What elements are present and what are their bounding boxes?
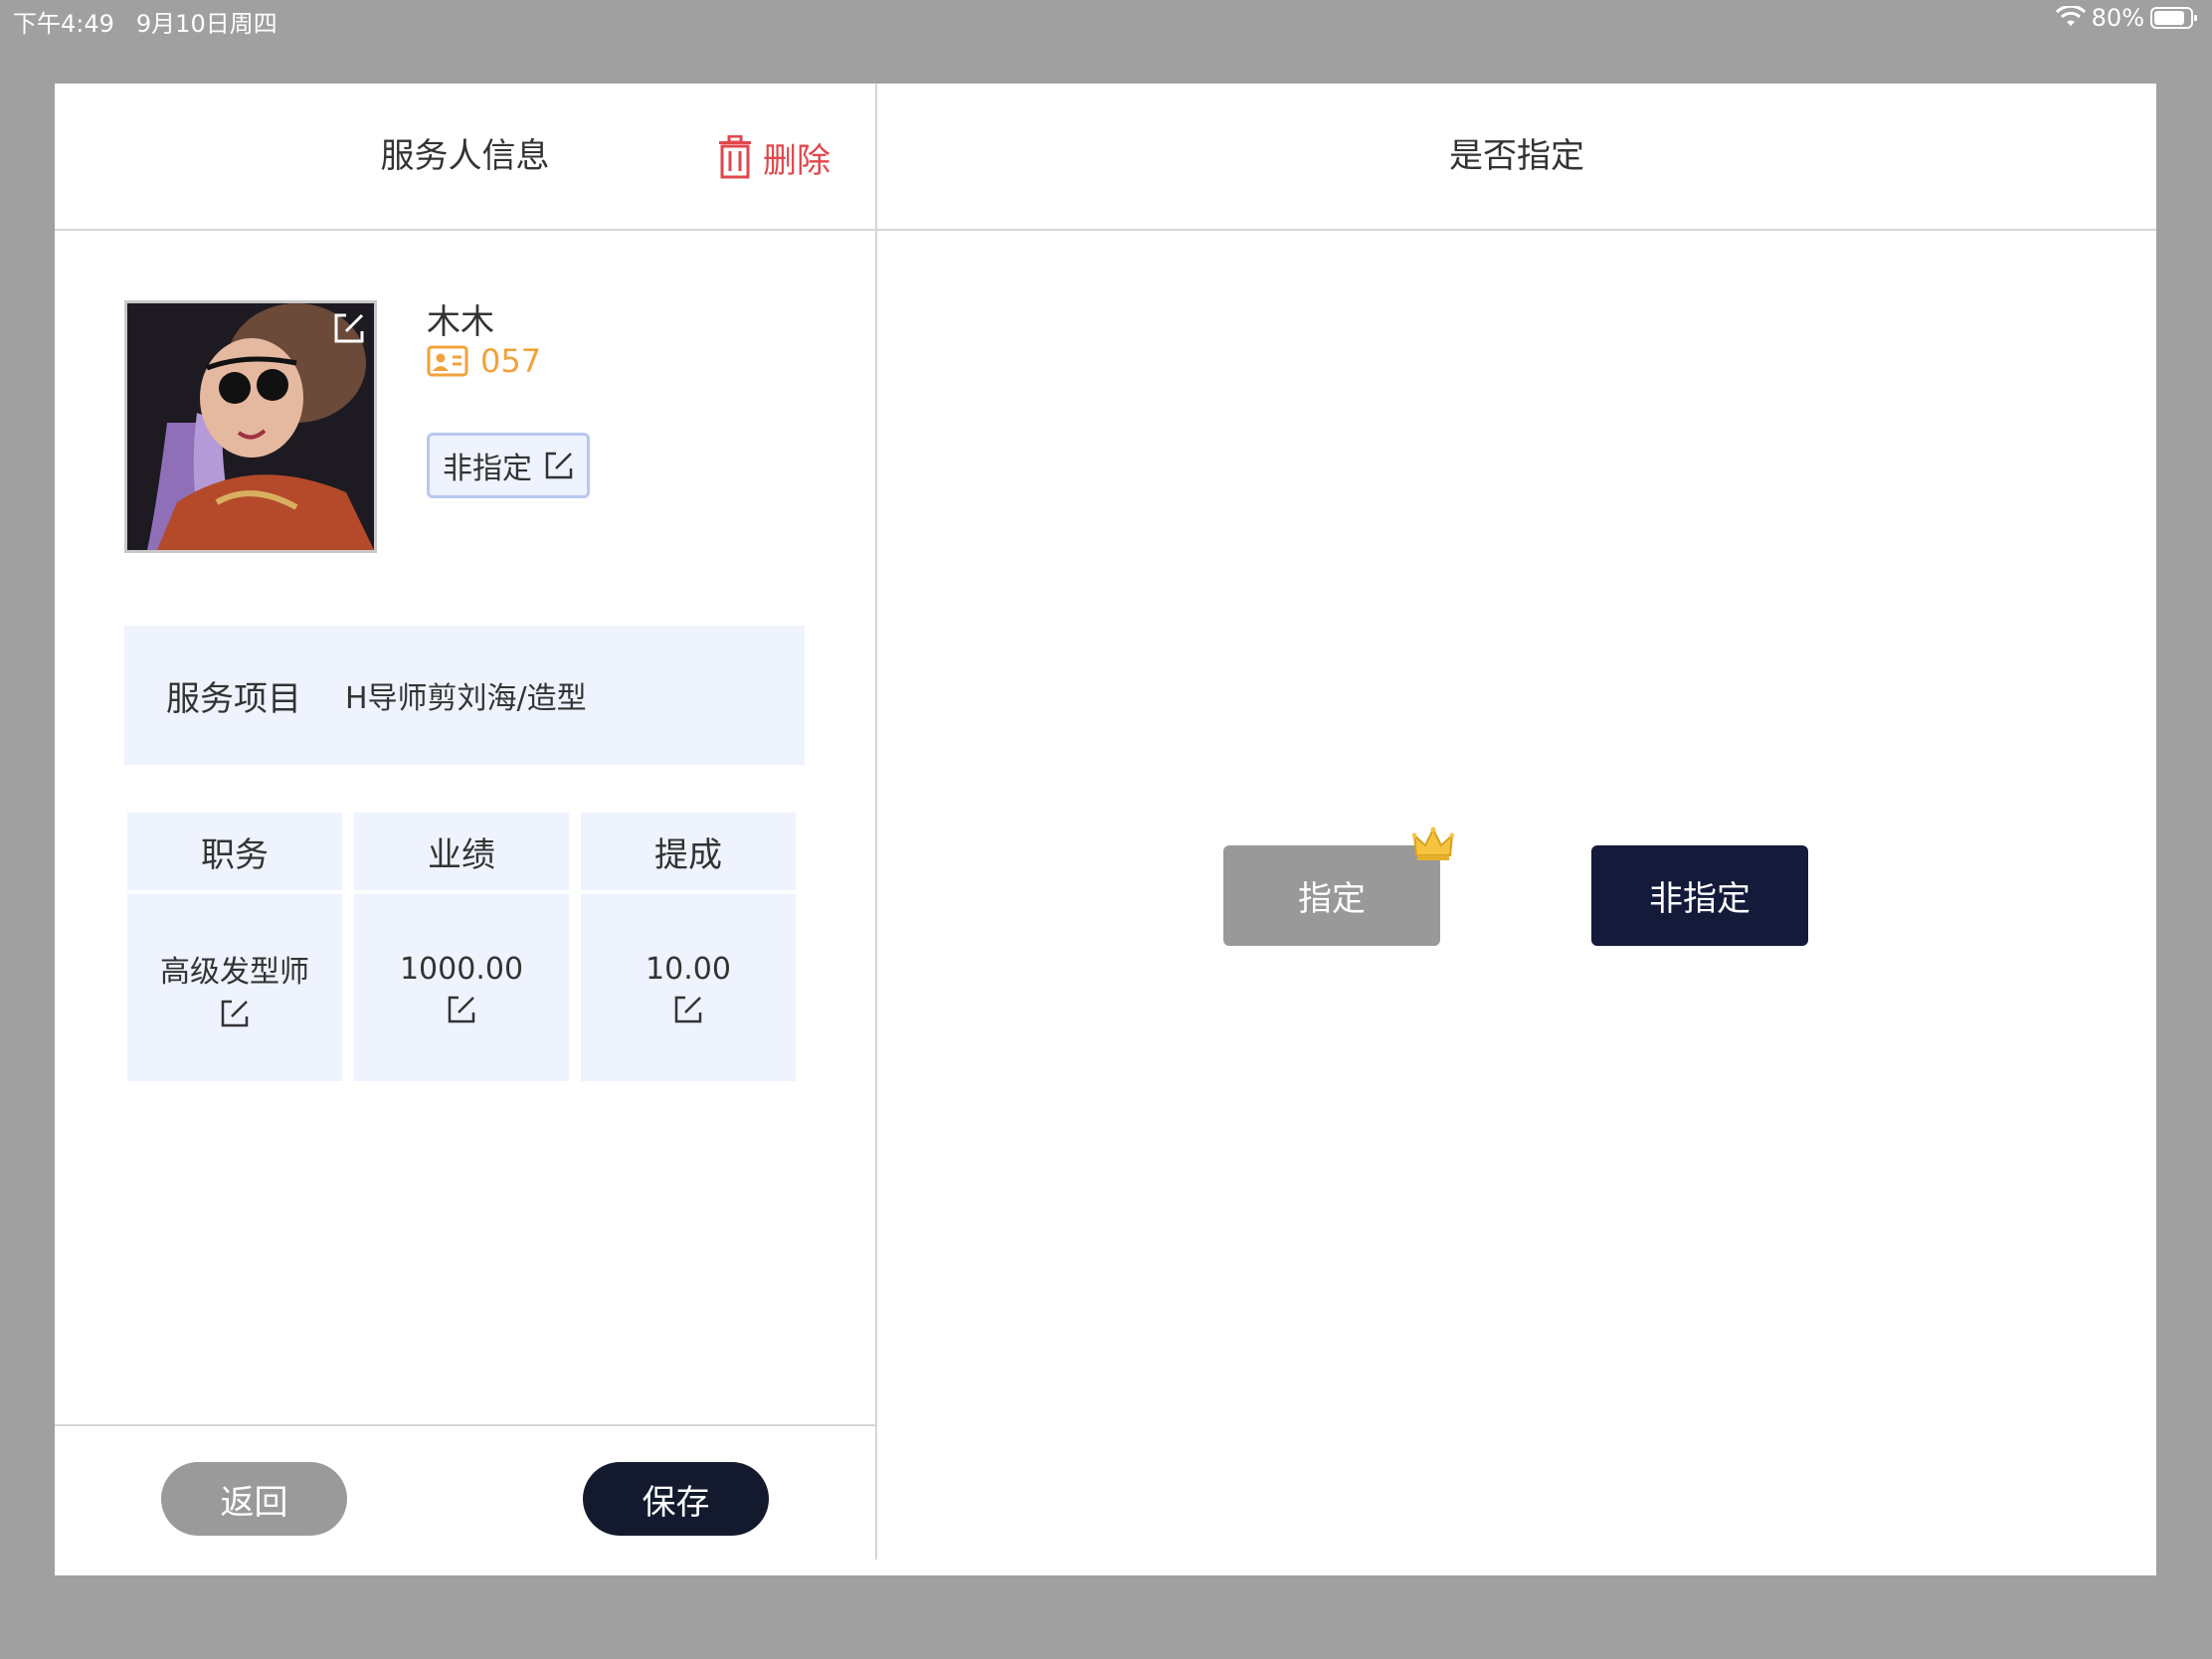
save-button[interactable]: 保存 (583, 1462, 769, 1536)
trash-icon (719, 135, 751, 179)
designation-tag-button[interactable]: 非指定 (427, 433, 590, 498)
commission-header: 提成 (581, 813, 796, 890)
edit-icon (448, 996, 475, 1022)
edit-avatar-icon[interactable] (332, 311, 366, 345)
commission-grid: 职务 高级发型师 业绩 1000.00 提成 10.00 (127, 813, 796, 1081)
staff-modal: 服务人信息 删除 木木 057 非指定 服务项目 H导师剪刘海/造型 职务 高级… (55, 84, 2156, 1575)
staff-name: 木木 (427, 302, 494, 342)
performance-cell[interactable]: 1000.00 (354, 894, 569, 1081)
edit-icon (674, 996, 702, 1022)
id-card-icon (427, 345, 468, 377)
nondesignated-option-button[interactable]: 非指定 (1591, 845, 1808, 946)
position-column: 职务 高级发型师 (127, 813, 342, 1081)
service-item-box: 服务项目 H导师剪刘海/造型 (124, 626, 805, 765)
staff-info-panel: 服务人信息 删除 木木 057 非指定 服务项目 H导师剪刘海/造型 职务 高级… (55, 84, 877, 1560)
position-header: 职务 (127, 813, 342, 890)
performance-header: 业绩 (354, 813, 569, 890)
edit-icon (221, 1000, 249, 1027)
edit-icon (545, 452, 573, 479)
status-left: 下午4:49 9月10日周四 (13, 4, 299, 39)
staff-info-footer: 返回 保存 (55, 1424, 875, 1562)
designated-option-label: 指定 (1298, 879, 1366, 919)
staff-info-header: 服务人信息 删除 (55, 84, 875, 231)
designated-option-button[interactable]: 指定 (1223, 827, 1454, 946)
service-label: 服务项目 (166, 678, 301, 719)
designation-title: 是否指定 (877, 84, 2156, 231)
avatar[interactable] (124, 300, 377, 553)
delete-button[interactable]: 删除 (717, 133, 830, 181)
staff-id: 057 (427, 342, 541, 380)
status-bar: 下午4:49 9月10日周四 80% (0, 0, 2212, 40)
commission-value: 10.00 (645, 951, 731, 987)
battery-percent: 80% (2091, 4, 2144, 32)
designation-tag-label: 非指定 (443, 452, 532, 486)
staff-id-value: 057 (480, 342, 542, 380)
delete-label: 删除 (763, 140, 830, 181)
position-cell[interactable]: 高级发型师 (127, 894, 342, 1081)
crown-icon (1412, 827, 1454, 860)
back-button[interactable]: 返回 (161, 1462, 347, 1536)
service-value: H导师剪刘海/造型 (345, 681, 587, 716)
commission-column: 提成 10.00 (581, 813, 796, 1081)
position-value: 高级发型师 (160, 955, 309, 990)
battery-icon (2150, 7, 2197, 29)
performance-column: 业绩 1000.00 (354, 813, 569, 1081)
wifi-icon (2055, 6, 2086, 26)
commission-cell[interactable]: 10.00 (581, 894, 796, 1081)
status-right: 80% (2055, 4, 2198, 32)
status-time: 下午4:49 (13, 10, 114, 38)
performance-value: 1000.00 (399, 951, 524, 987)
nondesignated-option-label: 非指定 (1649, 879, 1751, 919)
status-date: 9月10日周四 (135, 10, 277, 38)
designation-panel: 是否指定 指定 非指定 (877, 84, 2156, 1575)
